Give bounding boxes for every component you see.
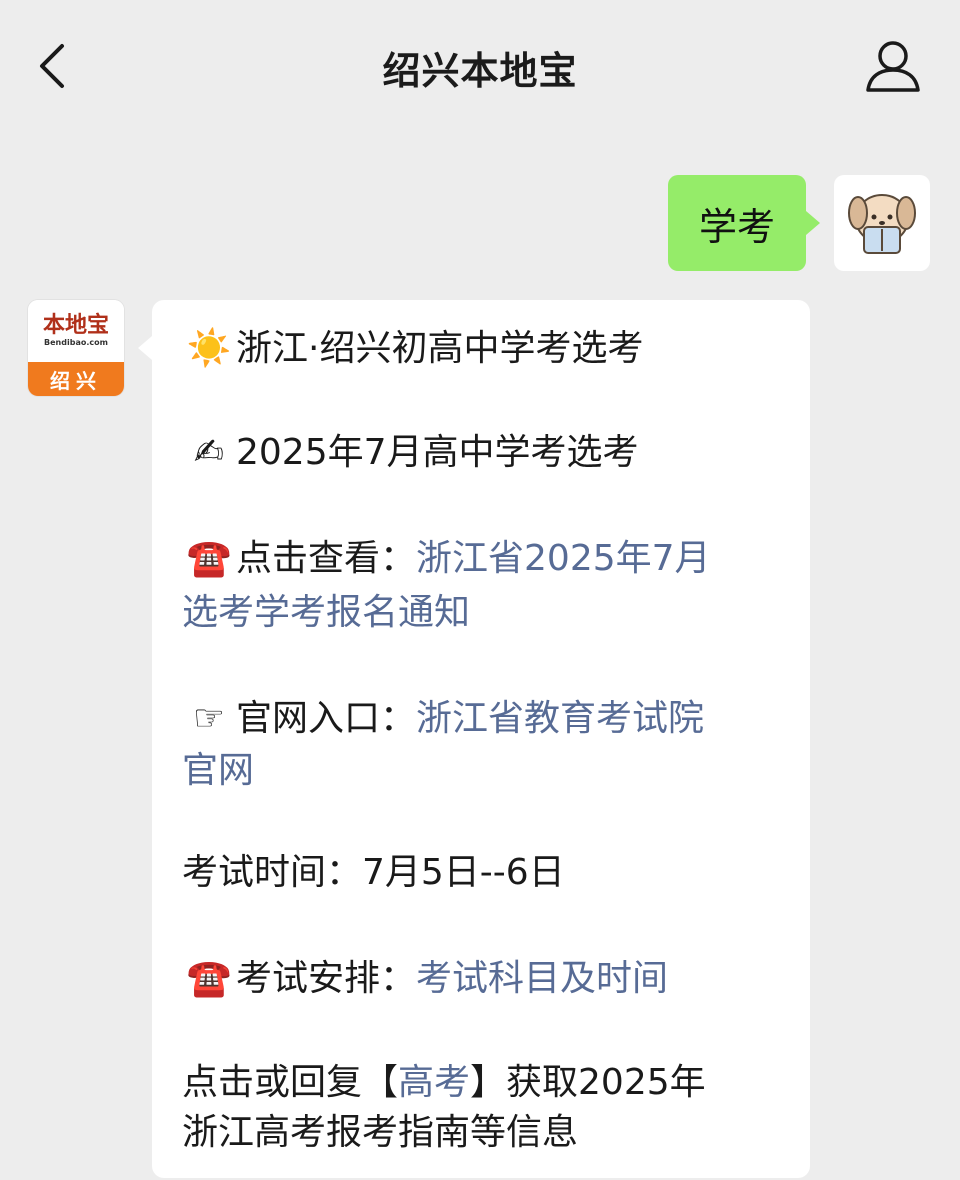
user-avatar[interactable]: [834, 175, 930, 271]
message-line-exam-time: 考试时间：7月5日--6日: [182, 848, 792, 898]
logo-city-text: 绍兴: [28, 362, 124, 396]
schedule-link[interactable]: 考试科目及时间: [416, 958, 668, 999]
outgoing-message-bubble[interactable]: 学考: [668, 175, 820, 271]
message-line-website: ☞ 官网入口：浙江省教育考试院: [182, 694, 792, 744]
message-line-notice: ☎️ 点击查看：浙江省2025年7月: [182, 534, 792, 584]
message-line-subtitle: ✍ 2025年7月高中学考选考: [182, 428, 792, 478]
gaokao-keyword-link[interactable]: 高考: [398, 1062, 470, 1103]
message-line-schedule: ☎️ 考试安排：考试科目及时间: [182, 954, 792, 1004]
message-title-text: 浙江·绍兴初高中学考选考: [236, 328, 644, 369]
website-label: 官网入口：: [236, 698, 417, 739]
profile-button[interactable]: [862, 38, 924, 96]
message-line-reply-cont: 浙江高考报考指南等信息: [182, 1108, 792, 1158]
reply-continued: 浙江高考报考指南等信息: [182, 1112, 579, 1153]
logo: 本地宝 Bendibao.com: [28, 300, 124, 362]
person-icon: [866, 41, 920, 92]
message-subtitle-text: 2025年7月高中学考选考: [236, 432, 639, 473]
logo-main-text: 本地宝: [42, 313, 109, 338]
website-link-continued[interactable]: 官网: [182, 750, 254, 791]
notice-link[interactable]: 浙江省2025年7月: [416, 538, 711, 579]
outgoing-message-row: 学考: [668, 175, 930, 271]
schedule-label: 考试安排：: [236, 958, 417, 999]
incoming-message-bubble: ☀️ 浙江·绍兴初高中学考选考 ✍ 2025年7月高中学考选考 ☎️ 点击查看：浙江省…: [138, 300, 810, 1178]
message-line-notice-cont: 选考学考报名通知: [182, 588, 792, 638]
pointing-hand-icon: ☞: [192, 698, 226, 739]
outgoing-message-text: 学考: [698, 204, 775, 249]
message-line-title: ☀️ 浙江·绍兴初高中学考选考: [182, 324, 792, 374]
telephone-icon: ☎️: [186, 538, 232, 579]
notice-link-continued[interactable]: 选考学考报名通知: [182, 592, 470, 633]
website-link[interactable]: 浙江省教育考试院: [416, 698, 704, 739]
sun-icon: ☀️: [186, 328, 232, 369]
logo-sub-text: Bendibao.com: [44, 338, 108, 347]
official-account-avatar[interactable]: 本地宝 Bendibao.com 绍兴: [28, 300, 124, 396]
page-title: 绍兴本地宝: [382, 49, 578, 93]
message-line-website-cont: 官网: [182, 746, 792, 796]
exam-time-text: 考试时间：7月5日--6日: [182, 852, 565, 893]
reply-prefix: 点击或回复【: [182, 1062, 399, 1103]
title-bar: 绍兴本地宝: [0, 0, 960, 136]
writing-hand-icon: ✍: [193, 432, 225, 473]
telephone-icon: ☎️: [186, 958, 232, 999]
reply-suffix: 】获取2025年: [470, 1062, 706, 1103]
notice-label: 点击查看：: [236, 538, 417, 579]
message-line-reply: 点击或回复【高考】获取2025年: [182, 1058, 792, 1108]
puppy-avatar-icon: [848, 194, 916, 254]
